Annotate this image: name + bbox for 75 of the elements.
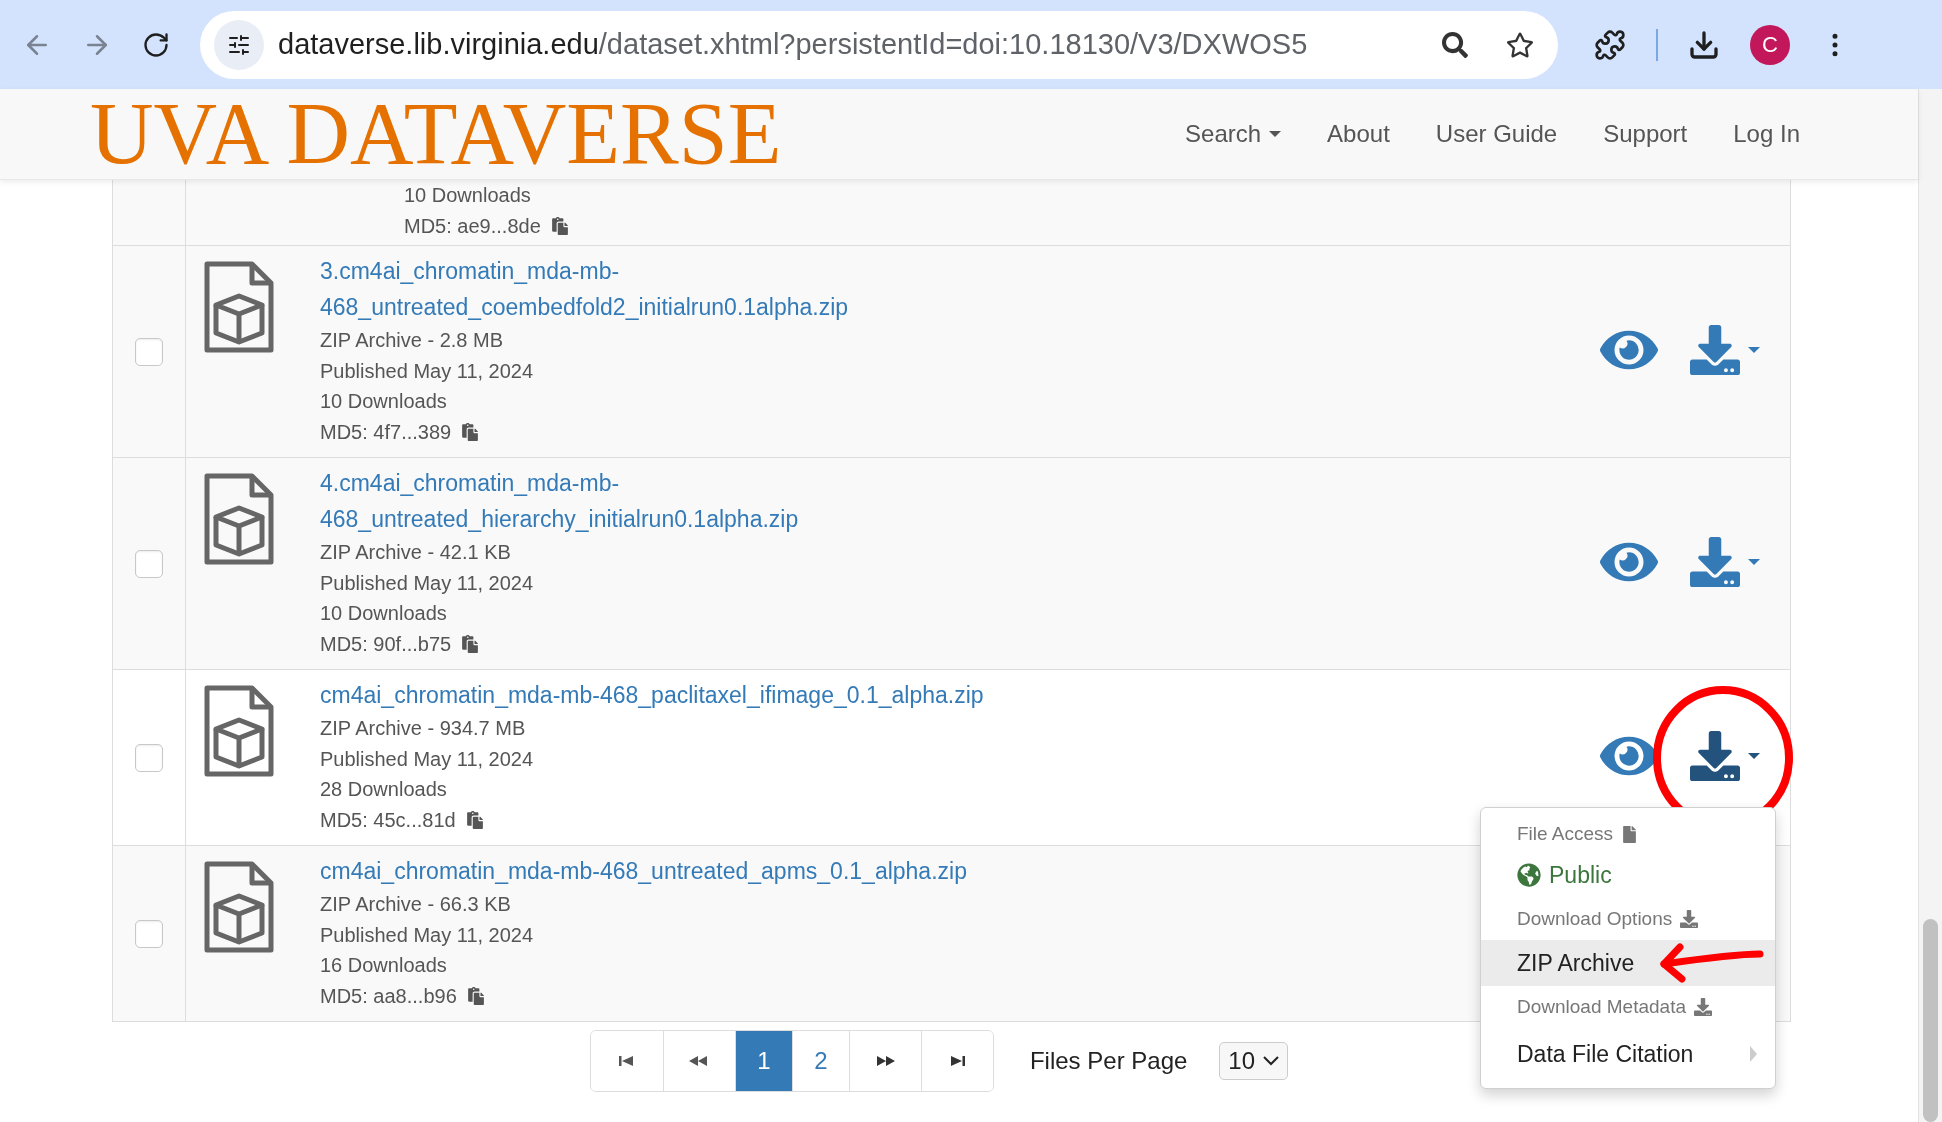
page-button[interactable]: 1 — [734, 1031, 792, 1091]
copy-icon[interactable] — [461, 634, 480, 653]
chevron-down-icon — [1263, 1056, 1280, 1066]
menu-header: Download Metadata — [1517, 994, 1686, 1019]
bookmark-star-icon[interactable] — [1506, 30, 1534, 59]
profile-avatar[interactable]: C — [1750, 24, 1790, 65]
checkbox[interactable] — [135, 549, 163, 578]
files-per-page-select[interactable]: 10 — [1219, 1042, 1289, 1080]
site-settings-icon[interactable] — [227, 32, 251, 57]
file-name-link[interactable]: 4.cm4ai_chromatin_mda-mb-468_untreated_hierarchy_initialrun0.1alpha.zip — [320, 465, 1080, 537]
file-type-size: ZIP Archive - 2.8 MB — [320, 328, 505, 353]
caret-icon — [1748, 347, 1760, 353]
previous-page-icon — [689, 1056, 710, 1066]
copy-icon[interactable] — [550, 216, 569, 235]
file-name-link[interactable]: cm4ai_chromatin_mda-mb-468_untreated_apms_0.1_alpha.zip — [320, 853, 1080, 889]
menu-item[interactable]: ZIP Archive — [1481, 940, 1775, 986]
checkbox[interactable] — [135, 743, 163, 772]
file-type-size: ZIP Archive - 42.1 KB — [320, 540, 512, 565]
copy-icon[interactable] — [461, 422, 480, 441]
caret-icon — [1748, 753, 1760, 759]
download-count: 28 Downloads — [320, 777, 448, 802]
menu-item[interactable]: Data File Citation — [1481, 1028, 1775, 1080]
checkbox[interactable] — [135, 919, 163, 948]
menu-header: File Access — [1517, 821, 1614, 846]
download-icon[interactable] — [1690, 731, 1740, 781]
caret-icon — [1748, 559, 1760, 565]
nav-link[interactable]: User Guide — [1435, 116, 1558, 152]
file-icon — [1621, 825, 1639, 843]
nav-link[interactable]: Support — [1603, 116, 1688, 152]
file-type-size: ZIP Archive - 66.3 KB — [320, 892, 512, 917]
download-count: 10 Downloads — [320, 601, 448, 626]
file-archive-icon — [204, 261, 274, 353]
file-name-link[interactable]: cm4ai_chromatin_mda-mb-468_paclitaxel_ifimage_0.1_alpha.zip — [320, 677, 1080, 713]
nav-link[interactable]: About — [1327, 116, 1390, 152]
file-archive-icon — [204, 685, 274, 777]
globe-icon — [1517, 863, 1541, 887]
publish-date: Published May 11, 2024 — [320, 746, 535, 772]
md5-checksum: MD5: 45c...81d — [320, 807, 456, 833]
md5-checksum: MD5: 4f7...389 — [320, 419, 452, 445]
first-page-icon — [618, 1056, 635, 1066]
download-count: 16 Downloads — [320, 953, 448, 978]
menu-header: Download Options — [1517, 906, 1673, 931]
nav-link[interactable]: Search — [1185, 116, 1282, 152]
file-type-size: ZIP Archive - 934.7 MB — [320, 716, 527, 741]
download-icon[interactable] — [1690, 537, 1740, 587]
submenu-arrow-icon — [1750, 1046, 1757, 1062]
download-count: 10 Downloads — [404, 183, 532, 208]
download-icon[interactable] — [1690, 325, 1740, 375]
files-per-page-label: Files Per Page — [1029, 1046, 1188, 1076]
copy-icon[interactable] — [466, 986, 485, 1005]
address-bar[interactable]: dataverse.lib.virginia.edu/dataset.xhtml?persistentId=doi:10.18130/V3/DXWOS5 — [200, 10, 1558, 79]
extensions-icon[interactable] — [1594, 28, 1626, 61]
download-count: 10 Downloads — [320, 389, 448, 414]
download-icon — [1680, 910, 1699, 928]
publish-date: Published May 11, 2024 — [320, 358, 535, 384]
file-name-link[interactable]: 3.cm4ai_chromatin_mda-mb-468_untreated_coembedfold2_initialrun0.1alpha.zip — [320, 253, 1080, 325]
download-icon — [1694, 998, 1712, 1016]
copy-icon[interactable] — [465, 810, 484, 829]
url-text: dataverse.lib.virginia.edu/dataset.xhtml?persistentId=doi:10.18130/V3/DXWOS5 — [278, 26, 1308, 62]
scrollbar[interactable] — [1918, 89, 1942, 1122]
publish-date: Published May 11, 2024 — [320, 922, 535, 948]
publish-date: Published May 11, 2024 — [320, 570, 535, 596]
file-archive-icon — [204, 861, 274, 953]
checkbox[interactable] — [135, 337, 163, 366]
md5-checksum: MD5: 90f...b75 — [320, 631, 452, 657]
reload-icon[interactable] — [142, 30, 170, 59]
downloads-icon[interactable] — [1688, 28, 1720, 61]
md5-checksum: MD5: ae9...8de — [404, 213, 541, 239]
access-status: Public — [1549, 860, 1612, 890]
nav-link[interactable]: Log In — [1733, 116, 1800, 152]
next-page-icon — [875, 1056, 896, 1066]
zoom-icon[interactable] — [1442, 31, 1468, 58]
file-archive-icon — [204, 473, 274, 565]
md5-checksum: MD5: aa8...b96 — [320, 983, 457, 1009]
last-page-icon — [949, 1056, 966, 1066]
